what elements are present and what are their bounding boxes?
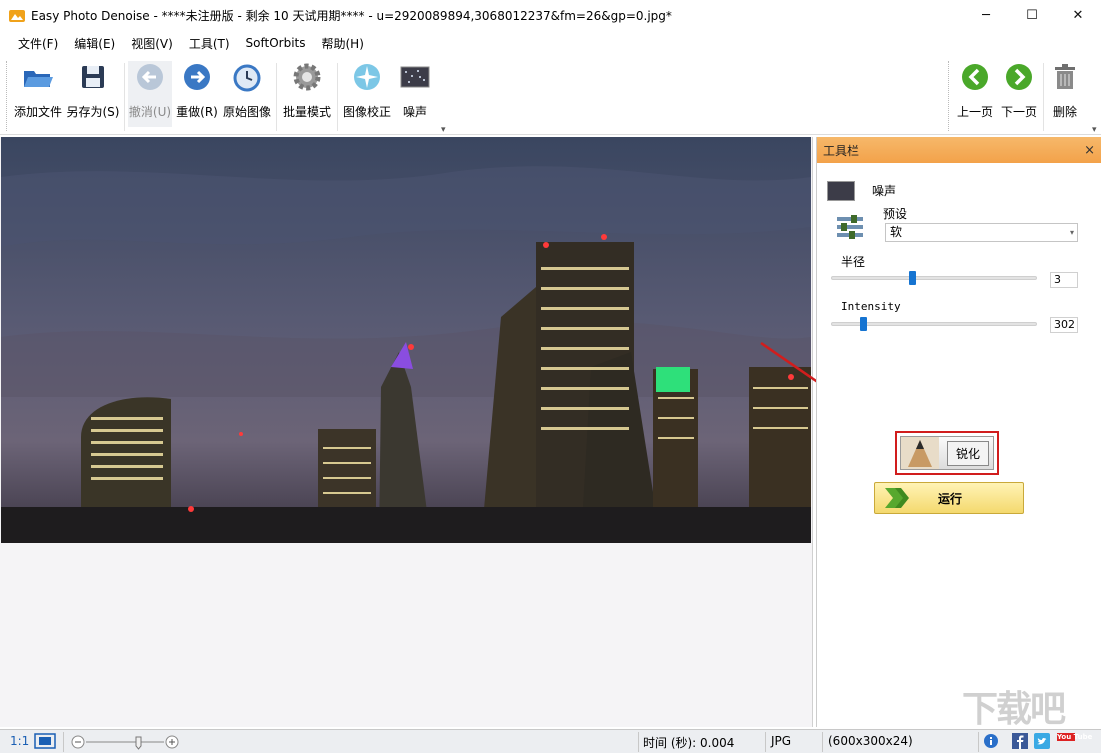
panel-header: 工具栏 × (817, 137, 1101, 163)
status-divider (978, 732, 979, 752)
add-file-button[interactable]: 添加文件 (12, 61, 64, 127)
status-divider (63, 732, 64, 752)
info-icon[interactable] (983, 733, 999, 749)
panel-close-icon[interactable]: × (1084, 143, 1095, 158)
radius-slider-thumb[interactable] (909, 271, 916, 285)
city-skyline-photo (1, 137, 811, 543)
clock-icon (231, 61, 263, 93)
facebook-icon[interactable] (1012, 733, 1028, 749)
title-bar: Easy Photo Denoise - ****未注册版 - 剩余 10 天试… (0, 0, 1101, 31)
minimize-button[interactable]: ─ (963, 0, 1009, 31)
image-canvas[interactable] (0, 137, 859, 727)
youtube-icon[interactable]: You Tube (1057, 733, 1092, 741)
menu-edit[interactable]: 编辑(E) (66, 35, 123, 52)
image-dimensions: (600x300x24) (828, 734, 913, 748)
undo-arrow-icon (134, 61, 166, 93)
toolbar-divider (124, 63, 125, 131)
sharpen-label: 锐化 (947, 440, 989, 466)
preset-dropdown[interactable]: 软 ▾ (885, 223, 1078, 242)
toolbar-overflow-icon[interactable]: ▾ (441, 125, 446, 135)
status-divider (765, 732, 766, 752)
radius-value-field[interactable]: 3 (1050, 272, 1078, 288)
main-toolbar: 添加文件 另存为(S) 撤消(U) 重做(R) 原始图像 批量模式 图像校正 噪… (0, 55, 1101, 135)
batch-mode-button[interactable]: 批量模式 (282, 61, 332, 127)
toolbar-divider (1043, 63, 1044, 131)
panel-title: 工具栏 (823, 143, 860, 158)
sharpen-button[interactable]: 锐化 (900, 436, 994, 470)
close-window-button[interactable]: ✕ (1055, 0, 1101, 31)
next-page-button[interactable]: 下一页 (998, 61, 1040, 127)
sharpen-highlight-box: 锐化 (895, 431, 999, 475)
pencil-tip-icon (901, 437, 939, 469)
save-as-button[interactable]: 另存为(S) (66, 61, 120, 127)
redo-button[interactable]: 重做(R) (175, 61, 219, 127)
menu-softorbits[interactable]: SoftOrbits (238, 36, 314, 50)
window-title: Easy Photo Denoise - ****未注册版 - 剩余 10 天试… (31, 9, 672, 23)
toolbar-grip[interactable] (948, 61, 951, 131)
arrow-right-icon (1003, 61, 1035, 93)
toolbar-divider (337, 63, 338, 131)
gear-icon (291, 61, 323, 93)
folder-open-icon (22, 61, 54, 93)
intensity-slider[interactable] (831, 317, 1037, 331)
original-image-button[interactable]: 原始图像 (222, 61, 272, 127)
preset-label: 预设 (883, 207, 908, 221)
arrow-left-icon (959, 61, 991, 93)
intensity-value-field[interactable]: 302 (1050, 317, 1078, 333)
menu-bar: 文件(F) 编辑(E) 视图(V) 工具(T) SoftOrbits 帮助(H) (0, 31, 1101, 55)
toolbar-grip[interactable] (6, 61, 9, 131)
status-divider (822, 732, 823, 752)
trash-icon (1049, 61, 1081, 93)
run-button[interactable]: 运行 (874, 482, 1024, 514)
delete-button[interactable]: 删除 (1048, 61, 1082, 127)
intensity-slider-thumb[interactable] (860, 317, 867, 331)
menu-file[interactable]: 文件(F) (10, 35, 66, 52)
toolbar-divider (276, 63, 277, 131)
app-logo-icon (9, 9, 25, 23)
image-correction-button[interactable]: 图像校正 (341, 61, 393, 127)
site-watermark: 下载吧 (962, 689, 1066, 730)
twitter-icon[interactable] (1034, 733, 1050, 749)
radius-label: 半径 (841, 255, 866, 269)
radius-slider[interactable] (831, 271, 1037, 285)
redo-arrow-icon (181, 61, 213, 93)
image-format: JPG (771, 734, 792, 748)
zoom-slider[interactable] (70, 734, 180, 750)
menu-help[interactable]: 帮助(H) (313, 35, 371, 52)
prev-page-button[interactable]: 上一页 (954, 61, 996, 127)
status-bar: 1:1 时间 (秒): 0.004 JPG (600x300x24) You T… (0, 729, 1101, 753)
sparkle-icon (351, 61, 383, 93)
status-divider (638, 732, 639, 752)
maximize-button[interactable]: ☐ (1009, 0, 1055, 31)
noise-icon (399, 61, 431, 93)
floppy-disk-icon (77, 61, 109, 93)
zoom-ratio-button[interactable]: 1:1 (10, 734, 29, 748)
toolbar-overflow-icon[interactable]: ▾ (1092, 125, 1097, 135)
processing-time: 时间 (秒): 0.004 (643, 736, 735, 750)
noise-button[interactable]: 噪声 (398, 61, 432, 127)
chevron-down-icon: ▾ (1069, 228, 1074, 237)
intensity-label: Intensity (841, 300, 901, 313)
tool-panel: 工具栏 × 噪声 预设 软 ▾ 半径 3 Intensity 302 锐化 运行 (816, 137, 1101, 727)
noise-label: 噪声 (872, 184, 897, 198)
undo-button[interactable]: 撤消(U) (128, 61, 172, 127)
fit-screen-icon[interactable] (34, 733, 56, 749)
sliders-icon (837, 215, 863, 239)
run-arrow-icon (883, 486, 913, 510)
menu-tools[interactable]: 工具(T) (181, 35, 238, 52)
menu-view[interactable]: 视图(V) (123, 35, 181, 52)
noise-thumbnail-icon (827, 181, 855, 201)
